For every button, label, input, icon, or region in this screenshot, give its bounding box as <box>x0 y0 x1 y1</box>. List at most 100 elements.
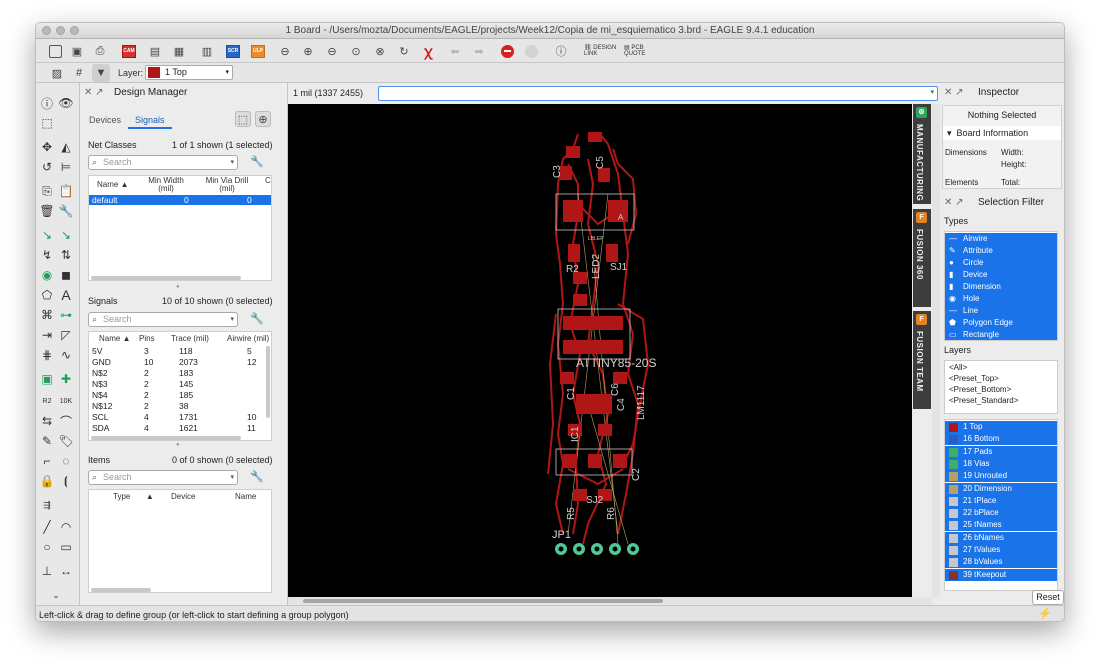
expand-more-icon[interactable]: ⌄ <box>48 587 64 603</box>
vertical-scrollbar[interactable] <box>266 346 270 418</box>
horizontal-scrollbar[interactable] <box>91 276 241 280</box>
vertical-scrollbar[interactable] <box>932 104 940 597</box>
board-canvas[interactable]: C3 C5 R2 LED2 SJ1 ATTINY85-20S C1 C6 C4 … <box>288 104 912 597</box>
new-file-icon[interactable] <box>46 42 64 60</box>
pen-icon[interactable]: ✎ <box>39 433 55 449</box>
layer-item[interactable]: 26 bNames <box>945 531 1057 544</box>
layer-item[interactable]: 25 tNames <box>945 519 1057 532</box>
fusion-360-tab[interactable]: F FUSION 360 <box>913 209 931 307</box>
delete-icon[interactable]: 🗑 <box>39 203 55 219</box>
grid-icon[interactable]: # <box>70 64 88 82</box>
align-icon[interactable]: ⊨ <box>58 159 74 175</box>
via-icon[interactable]: ◉ <box>39 267 55 283</box>
table-row[interactable]: SDA 4 1621 11 <box>89 423 271 433</box>
type-item[interactable]: ● Circle <box>945 257 1057 269</box>
rotate-icon[interactable]: ↺ <box>39 159 55 175</box>
close-icon[interactable]: ✕ ↗ <box>944 193 964 213</box>
table-row[interactable]: GND 10 2073 12 <box>89 357 271 367</box>
ripup-tool-icon[interactable]: ↯ <box>39 247 55 263</box>
layer-item[interactable]: 17 Pads <box>945 445 1057 458</box>
signals-search-input[interactable]: ⌕ Search ▾ <box>88 312 238 327</box>
header-name[interactable]: Name ▲ <box>99 335 130 343</box>
print-icon[interactable]: ⎙ <box>91 42 109 60</box>
board-icon[interactable]: ▤ <box>146 42 164 60</box>
wrench-icon[interactable]: 🔧 <box>250 155 264 168</box>
layer-item[interactable]: 22 bPlace <box>945 507 1057 520</box>
move-icon[interactable]: ✥ <box>39 139 55 155</box>
layer-item[interactable]: 1 Top <box>945 421 1057 433</box>
layer-item[interactable]: 27 tValues <box>945 544 1057 556</box>
bus-icon[interactable]: ⋕ <box>39 347 55 363</box>
script-icon[interactable]: SCR <box>224 42 242 60</box>
drc-icon[interactable]: ▣ <box>39 371 55 387</box>
header-name[interactable]: Name ▲ <box>97 181 128 189</box>
table-row[interactable]: SCL 4 1731 10 <box>89 412 271 422</box>
horizontal-scrollbar[interactable] <box>91 588 151 592</box>
ripup-icon[interactable]: ꭓ <box>419 42 437 60</box>
library-icon[interactable]: ▥ <box>198 42 216 60</box>
manufacturing-tab[interactable]: ⚙ MANUFACTURING <box>913 104 931 204</box>
line-tool-icon[interactable]: ◸ <box>58 327 74 343</box>
resize-handle[interactable]: ● <box>176 442 180 448</box>
layer-item[interactable]: 19 Unrouted <box>945 470 1057 483</box>
table-row[interactable]: N$2 2 183 <box>89 368 271 378</box>
redraw-icon[interactable]: ↻ <box>395 42 413 60</box>
zoom-window-button[interactable] <box>70 26 79 35</box>
horizontal-scrollbar[interactable] <box>288 597 932 605</box>
autoroute-icon[interactable]: ↘ <box>58 227 74 243</box>
copy-icon[interactable]: ⎘ <box>39 183 55 199</box>
eye-icon[interactable]: 👁 <box>58 95 74 111</box>
go-icon[interactable] <box>522 42 540 60</box>
wrench-icon[interactable]: 🔧 <box>250 312 264 325</box>
close-window-button[interactable] <box>42 26 51 35</box>
mirror-icon[interactable]: ◭ <box>58 139 74 155</box>
layer-item[interactable]: 18 Vias <box>945 457 1057 470</box>
type-item[interactable]: ▮ Device <box>945 269 1057 281</box>
preset-item[interactable]: <Preset_Standard> <box>945 395 1057 407</box>
value-icon[interactable]: 10K <box>58 393 74 409</box>
smash-icon[interactable]: ⇆ <box>39 413 55 429</box>
design-link-button[interactable]: ⛓ DESIGN LINK <box>584 45 618 57</box>
header-min-via-drill[interactable]: Min Via Drill (mil) <box>197 177 257 193</box>
wave-icon[interactable]: ∿ <box>58 347 74 363</box>
hook-icon[interactable]: ⌐ <box>39 453 55 469</box>
fusion-team-tab[interactable]: F FUSION TEAM <box>913 311 931 409</box>
arc-icon[interactable]: ◠ <box>58 519 74 535</box>
properties-icon[interactable]: 🔧 <box>58 203 74 219</box>
schematic-icon[interactable]: ▦ <box>170 42 188 60</box>
save-icon[interactable]: ▣ <box>68 42 86 60</box>
zoom-out-icon[interactable]: ⊖ <box>323 42 341 60</box>
info-icon[interactable]: ⓘ <box>39 95 55 111</box>
board-information-row[interactable]: ▾ Board Information <box>943 126 1061 140</box>
net-classes-search-input[interactable]: ⌕ Search ▾ <box>88 155 238 170</box>
zoom-area-icon[interactable]: ⊗ <box>371 42 389 60</box>
split-h-icon[interactable]: ⇶ <box>39 497 55 513</box>
layer-item[interactable]: 16 Bottom <box>945 433 1057 446</box>
command-input[interactable]: ▾ <box>378 86 938 101</box>
pcb-quote-button[interactable]: ▤ PCB QUOTE <box>624 45 658 57</box>
select-icon[interactable]: ⬚ <box>39 115 55 131</box>
meander-icon[interactable]: ⇥ <box>39 327 55 343</box>
type-item[interactable]: ― Line <box>945 305 1057 317</box>
bracket-icon[interactable]: ⦗ <box>58 473 74 489</box>
paste-icon[interactable]: 📋 <box>58 183 74 199</box>
header-trace[interactable]: Trace (mil) <box>171 335 209 343</box>
miter-icon[interactable]: ⌒ <box>58 413 74 429</box>
lightning-icon[interactable]: ⚡ <box>1038 607 1052 620</box>
type-item[interactable]: ― Airwire <box>945 233 1057 245</box>
header-clearance[interactable]: Cl <box>265 177 271 185</box>
items-search-input[interactable]: ⌕ Search ▾ <box>88 470 238 485</box>
resize-handle[interactable]: ● <box>176 284 180 290</box>
type-item[interactable]: ◉ Hole <box>945 293 1057 305</box>
rectangle-icon[interactable]: ▭ <box>58 539 74 555</box>
table-row[interactable]: N$3 2 145 <box>89 379 271 389</box>
minimize-window-button[interactable] <box>56 26 65 35</box>
table-row[interactable]: 5V 3 118 5 <box>89 346 271 356</box>
circle-icon[interactable]: ○ <box>39 539 55 555</box>
select-tool-icon[interactable]: ⬚ <box>235 111 251 127</box>
stop-icon[interactable] <box>498 42 516 60</box>
layer-item[interactable]: 39 tKeepout <box>945 568 1057 581</box>
ulp-icon[interactable]: ULP <box>249 42 267 60</box>
hole-icon[interactable]: ◼ <box>58 267 74 283</box>
reset-button[interactable]: Reset <box>1032 590 1064 605</box>
